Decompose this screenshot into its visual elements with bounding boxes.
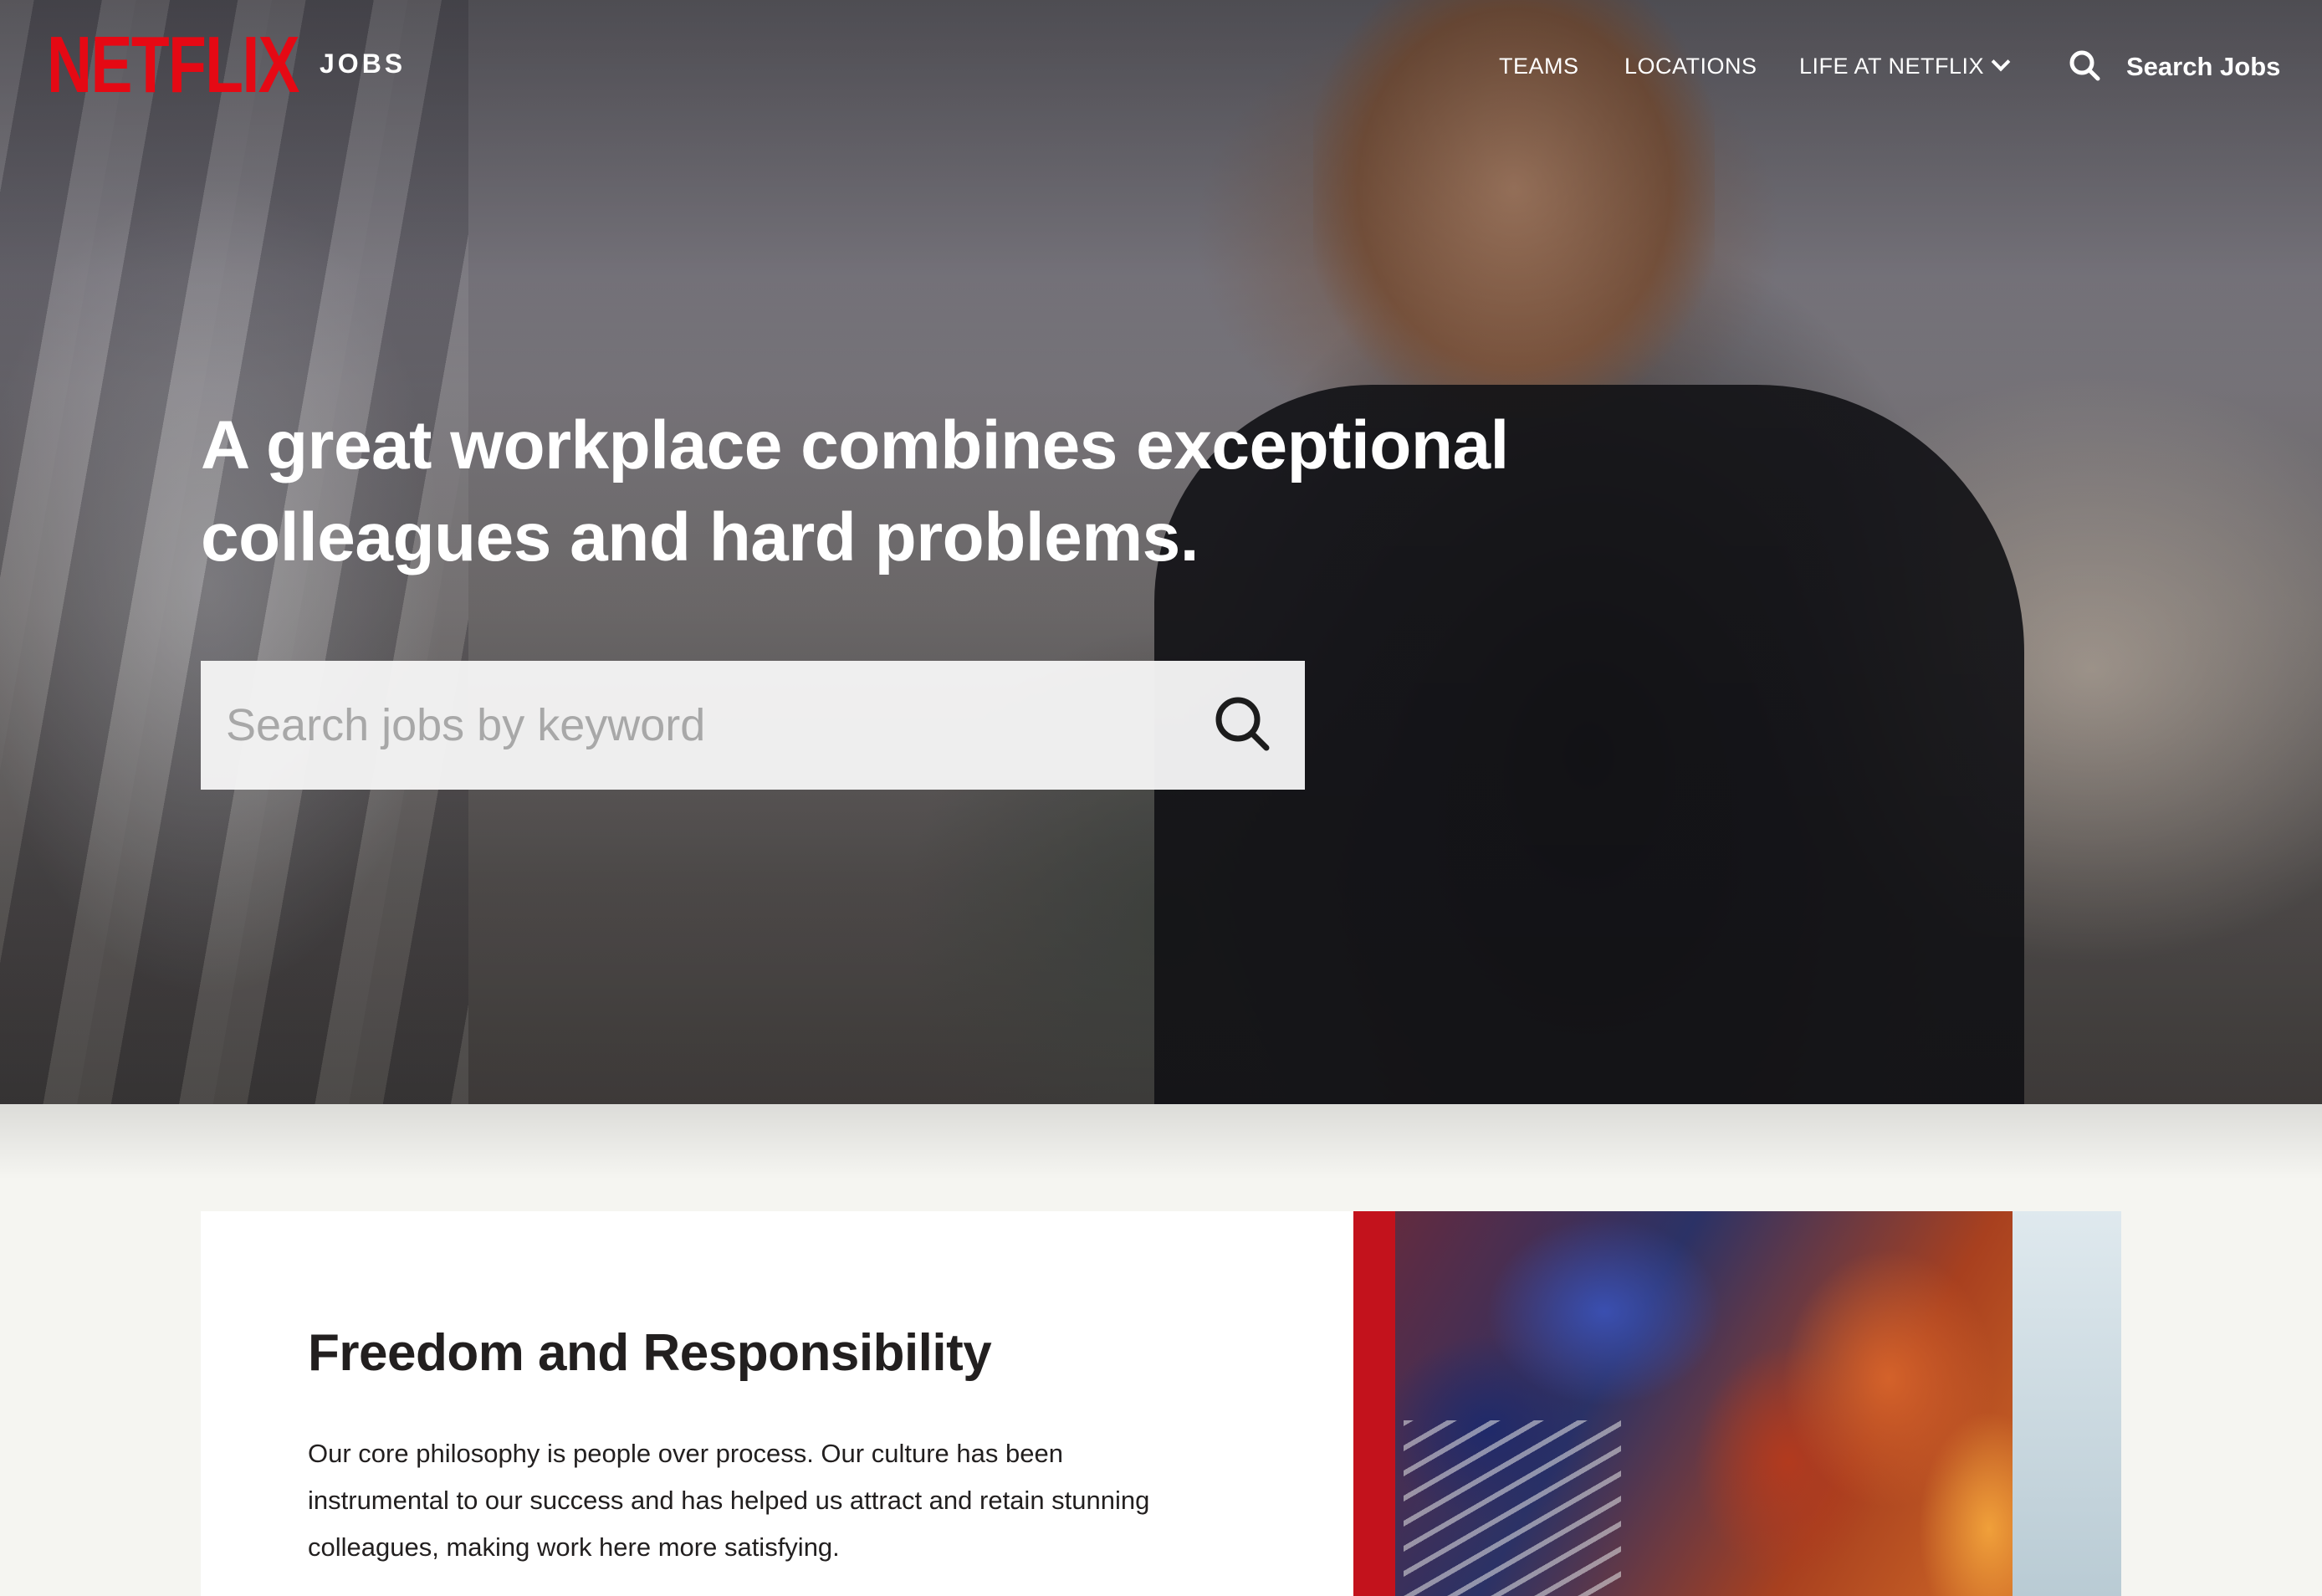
nav-link-teams[interactable]: TEAMS: [1499, 54, 1579, 79]
culture-card: Freedom and Responsibility Our core phil…: [201, 1211, 2121, 1596]
nav-search-jobs-link[interactable]: Search Jobs: [2126, 52, 2280, 82]
search-icon[interactable]: [2068, 49, 2101, 82]
job-search-box: [201, 661, 1305, 790]
hero-headline: A great workplace combines exceptional c…: [201, 400, 1623, 584]
nav-link-life-at-netflix-label: LIFE AT NETFLIX: [1799, 54, 1985, 79]
section-description-line-3: colleagues, making work here more satisf…: [308, 1532, 840, 1562]
netflix-logo[interactable]: NETFLIX: [47, 25, 300, 105]
office-mural-image: [1353, 1211, 2121, 1596]
section-divider-shadow: [0, 1104, 2322, 1179]
job-search-input[interactable]: [226, 661, 1188, 790]
nav-link-locations[interactable]: LOCATIONS: [1624, 54, 1757, 79]
top-navigation: NETFLIX JOBS TEAMS LOCATIONS LIFE AT NET…: [0, 0, 2322, 134]
section-description-line-2: instrumental to our success and has help…: [308, 1486, 1150, 1515]
mural-staircase: [1404, 1420, 1621, 1596]
mural-window: [2013, 1211, 2121, 1596]
chevron-down-icon: [1991, 52, 2011, 72]
section-title: Freedom and Responsibility: [308, 1324, 992, 1382]
mural-red-wall: [1353, 1211, 1395, 1596]
nav-link-life-at-netflix[interactable]: LIFE AT NETFLIX: [1799, 52, 2011, 79]
section-description: Our core philosophy is people over proce…: [308, 1430, 1228, 1571]
hero-headline-line-1: A great workplace combines exceptional: [201, 407, 1509, 483]
hero-headline-line-2: colleagues and hard problems.: [201, 499, 1199, 575]
section-description-line-1: Our core philosophy is people over proce…: [308, 1439, 1063, 1468]
jobs-label[interactable]: JOBS: [320, 49, 406, 79]
search-icon[interactable]: [1208, 689, 1280, 761]
